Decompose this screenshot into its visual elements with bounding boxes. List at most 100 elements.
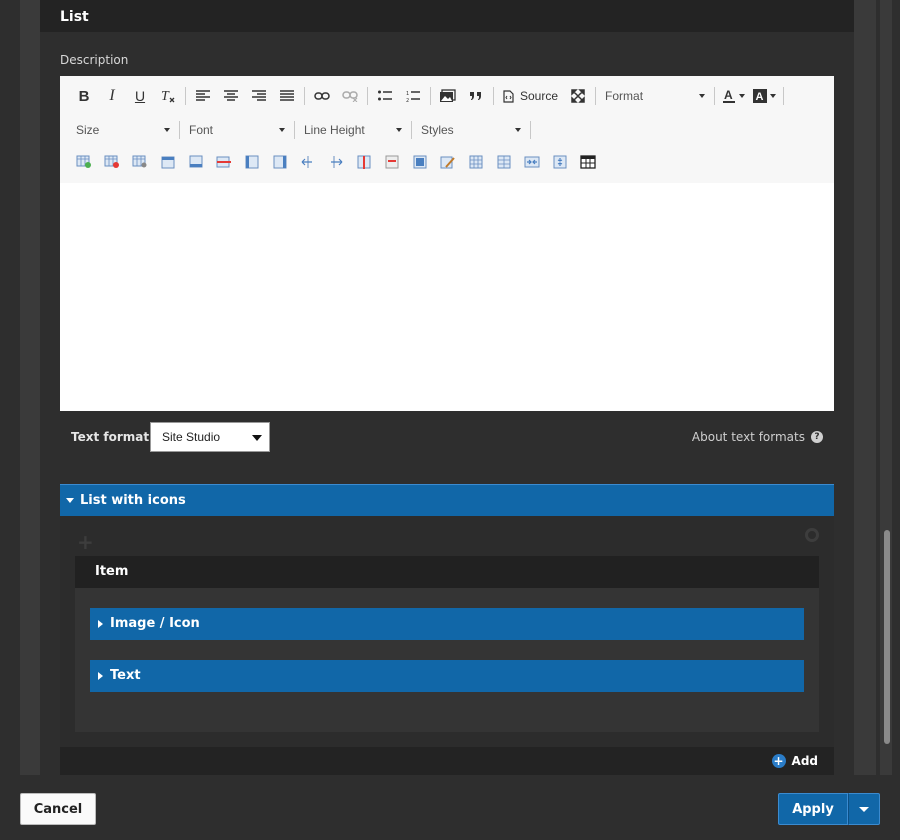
about-text-formats-label: About text formats xyxy=(691,430,805,444)
col-before-icon xyxy=(245,155,259,169)
scrollbar-thumb[interactable] xyxy=(884,530,890,744)
delete-table-button[interactable] xyxy=(98,149,126,175)
add-item-icon[interactable]: + xyxy=(77,530,94,554)
align-left-button[interactable] xyxy=(189,83,217,109)
unlink-button[interactable] xyxy=(336,83,364,109)
table-delete-icon xyxy=(104,155,119,168)
toolbar-row-1: B I U T 1 2 Source Format A A xyxy=(70,83,787,109)
text-color-button[interactable]: A xyxy=(718,83,749,109)
background-color-button[interactable]: A xyxy=(749,83,780,109)
cell-properties-button[interactable] xyxy=(406,149,434,175)
edit-cell-icon xyxy=(440,156,455,169)
source-button[interactable]: Source xyxy=(497,83,564,109)
apply-button[interactable]: Apply xyxy=(778,793,848,825)
text-format-select[interactable]: Site Studio xyxy=(150,422,270,452)
font-dropdown[interactable]: Font xyxy=(183,119,291,141)
text-section-toggle[interactable]: Text xyxy=(90,660,804,692)
insert-table-button[interactable] xyxy=(70,149,98,175)
format-dropdown[interactable]: Format xyxy=(599,85,711,107)
size-dropdown[interactable]: Size xyxy=(70,119,176,141)
link-button[interactable] xyxy=(308,83,336,109)
split-horizontal-icon xyxy=(553,155,567,169)
merge-left-button[interactable] xyxy=(294,149,322,175)
numbered-list-icon: 12 xyxy=(406,91,420,102)
description-label: Description xyxy=(60,53,129,67)
remove-format-button[interactable]: T xyxy=(154,83,182,109)
toolbar-separator xyxy=(411,121,412,139)
edit-cell-button[interactable] xyxy=(434,149,462,175)
split-vertical-button[interactable] xyxy=(490,149,518,175)
caret-right-icon xyxy=(98,672,103,680)
caret-right-icon xyxy=(98,620,103,628)
table-properties-icon xyxy=(132,155,147,168)
align-center-icon xyxy=(224,90,238,101)
svg-text:A: A xyxy=(756,91,764,103)
row-delete-2-icon xyxy=(385,155,399,169)
merge-right-button[interactable] xyxy=(322,149,350,175)
image-icon-section-toggle[interactable]: Image / Icon xyxy=(90,608,804,640)
bold-button[interactable]: B xyxy=(70,83,98,109)
split-cell-icon xyxy=(469,155,483,169)
maximize-button[interactable] xyxy=(564,83,592,109)
toolbar-separator xyxy=(179,121,180,139)
list-with-icons-toggle[interactable]: List with icons xyxy=(60,484,834,516)
row-delete-icon xyxy=(216,156,231,168)
size-dropdown-label: Size xyxy=(76,123,100,137)
numbered-list-button[interactable]: 12 xyxy=(399,83,427,109)
bulleted-list-icon xyxy=(378,90,392,101)
cell-properties-icon xyxy=(413,155,427,169)
align-center-button[interactable] xyxy=(217,83,245,109)
insert-row-before-button[interactable] xyxy=(154,149,182,175)
gear-icon[interactable] xyxy=(805,528,819,542)
merge-cells-button[interactable] xyxy=(518,149,546,175)
toolbar-separator xyxy=(294,121,295,139)
font-dropdown-label: Font xyxy=(189,123,214,137)
text-format-selected: Site Studio xyxy=(162,430,221,444)
blockquote-button[interactable] xyxy=(462,83,490,109)
align-right-button[interactable] xyxy=(245,83,273,109)
caret-down-icon xyxy=(66,498,74,503)
table-grid-button[interactable] xyxy=(574,149,602,175)
apply-options-button[interactable] xyxy=(848,793,880,825)
table-properties-button[interactable] xyxy=(126,149,154,175)
justify-button[interactable] xyxy=(273,83,301,109)
row-after-icon xyxy=(189,155,203,168)
insert-col-after-button[interactable] xyxy=(266,149,294,175)
split-horizontal-button[interactable] xyxy=(546,149,574,175)
text-color-icon: A xyxy=(723,89,736,103)
insert-row-after-button[interactable] xyxy=(182,149,210,175)
split-vertical-icon xyxy=(497,155,511,169)
italic-button[interactable]: I xyxy=(98,83,126,109)
underline-button[interactable]: U xyxy=(126,83,154,109)
editor-toolbar: B I U T 1 2 Source Format A A Size Font … xyxy=(60,76,834,183)
split-cell-button[interactable] xyxy=(462,149,490,175)
item-header: Item xyxy=(75,556,819,588)
chevron-down-icon xyxy=(770,94,777,98)
bulleted-list-button[interactable] xyxy=(371,83,399,109)
format-dropdown-label: Format xyxy=(605,89,644,103)
wysiwyg-editor[interactable]: B I U T 1 2 Source Format A A Size Font … xyxy=(60,76,834,411)
cancel-button[interactable]: Cancel xyxy=(20,793,96,825)
line-height-dropdown[interactable]: Line Height xyxy=(298,119,408,141)
svg-text:T: T xyxy=(161,89,170,104)
toolbar-separator xyxy=(185,87,186,105)
delete-row-2-button[interactable] xyxy=(378,149,406,175)
source-icon xyxy=(503,89,514,103)
toolbar-separator xyxy=(493,87,494,105)
source-label: Source xyxy=(520,89,559,103)
delete-row-button[interactable] xyxy=(210,149,238,175)
editor-content-area[interactable] xyxy=(60,183,834,411)
svg-text:2: 2 xyxy=(406,98,409,102)
about-text-formats-link[interactable]: About text formats ? xyxy=(692,430,823,444)
insert-col-before-button[interactable] xyxy=(238,149,266,175)
svg-text:1: 1 xyxy=(406,91,409,97)
toolbar-separator xyxy=(714,87,716,105)
add-button[interactable]: + Add xyxy=(771,754,818,768)
chevron-down-icon xyxy=(739,94,746,98)
table-add-icon xyxy=(76,155,91,168)
insert-image-button[interactable] xyxy=(434,83,462,109)
delete-col-button[interactable] xyxy=(350,149,378,175)
styles-dropdown[interactable]: Styles xyxy=(415,119,527,141)
chevron-down-icon xyxy=(859,806,869,812)
table-grid-icon xyxy=(580,155,596,169)
